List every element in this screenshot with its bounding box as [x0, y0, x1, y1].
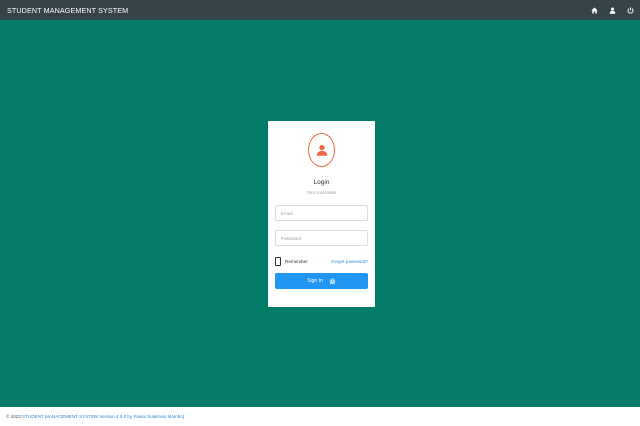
- password-field[interactable]: [275, 230, 368, 246]
- footer-app-link[interactable]: STUDENT MANAGEMENT SYSTEM Version 4.0.0 …: [22, 414, 184, 419]
- remember-label: Remember: [285, 258, 308, 264]
- avatar: [308, 133, 335, 167]
- top-navbar: STUDENT MANAGEMENT SYSTEM: [0, 0, 640, 20]
- fingerprint-icon: [329, 278, 335, 284]
- app-title[interactable]: STUDENT MANAGEMENT SYSTEM: [7, 6, 128, 15]
- email-field[interactable]: [275, 205, 368, 221]
- power-icon[interactable]: [627, 6, 634, 14]
- home-icon[interactable]: [591, 7, 598, 14]
- sign-in-label: Sign In: [307, 278, 323, 284]
- login-subtitle: Your credentials: [306, 190, 337, 195]
- login-card: Login Your credentials Remember Forgot p…: [268, 121, 375, 307]
- remember-checkbox[interactable]: [275, 256, 281, 266]
- user-avatar-icon: [316, 145, 327, 156]
- remember-row: Remember Forgot password?: [275, 256, 368, 266]
- user-icon[interactable]: [609, 7, 616, 14]
- forgot-password-link[interactable]: Forgot password?: [331, 259, 368, 264]
- sign-in-button[interactable]: Sign In: [275, 273, 368, 289]
- footer: © 2022: STUDENT MANAGEMENT SYSTEM Versio…: [0, 407, 640, 426]
- remember-option[interactable]: Remember: [275, 256, 308, 266]
- login-title: Login: [313, 179, 330, 186]
- footer-copyright: © 2022: [6, 414, 21, 419]
- topbar-icons: [591, 6, 634, 14]
